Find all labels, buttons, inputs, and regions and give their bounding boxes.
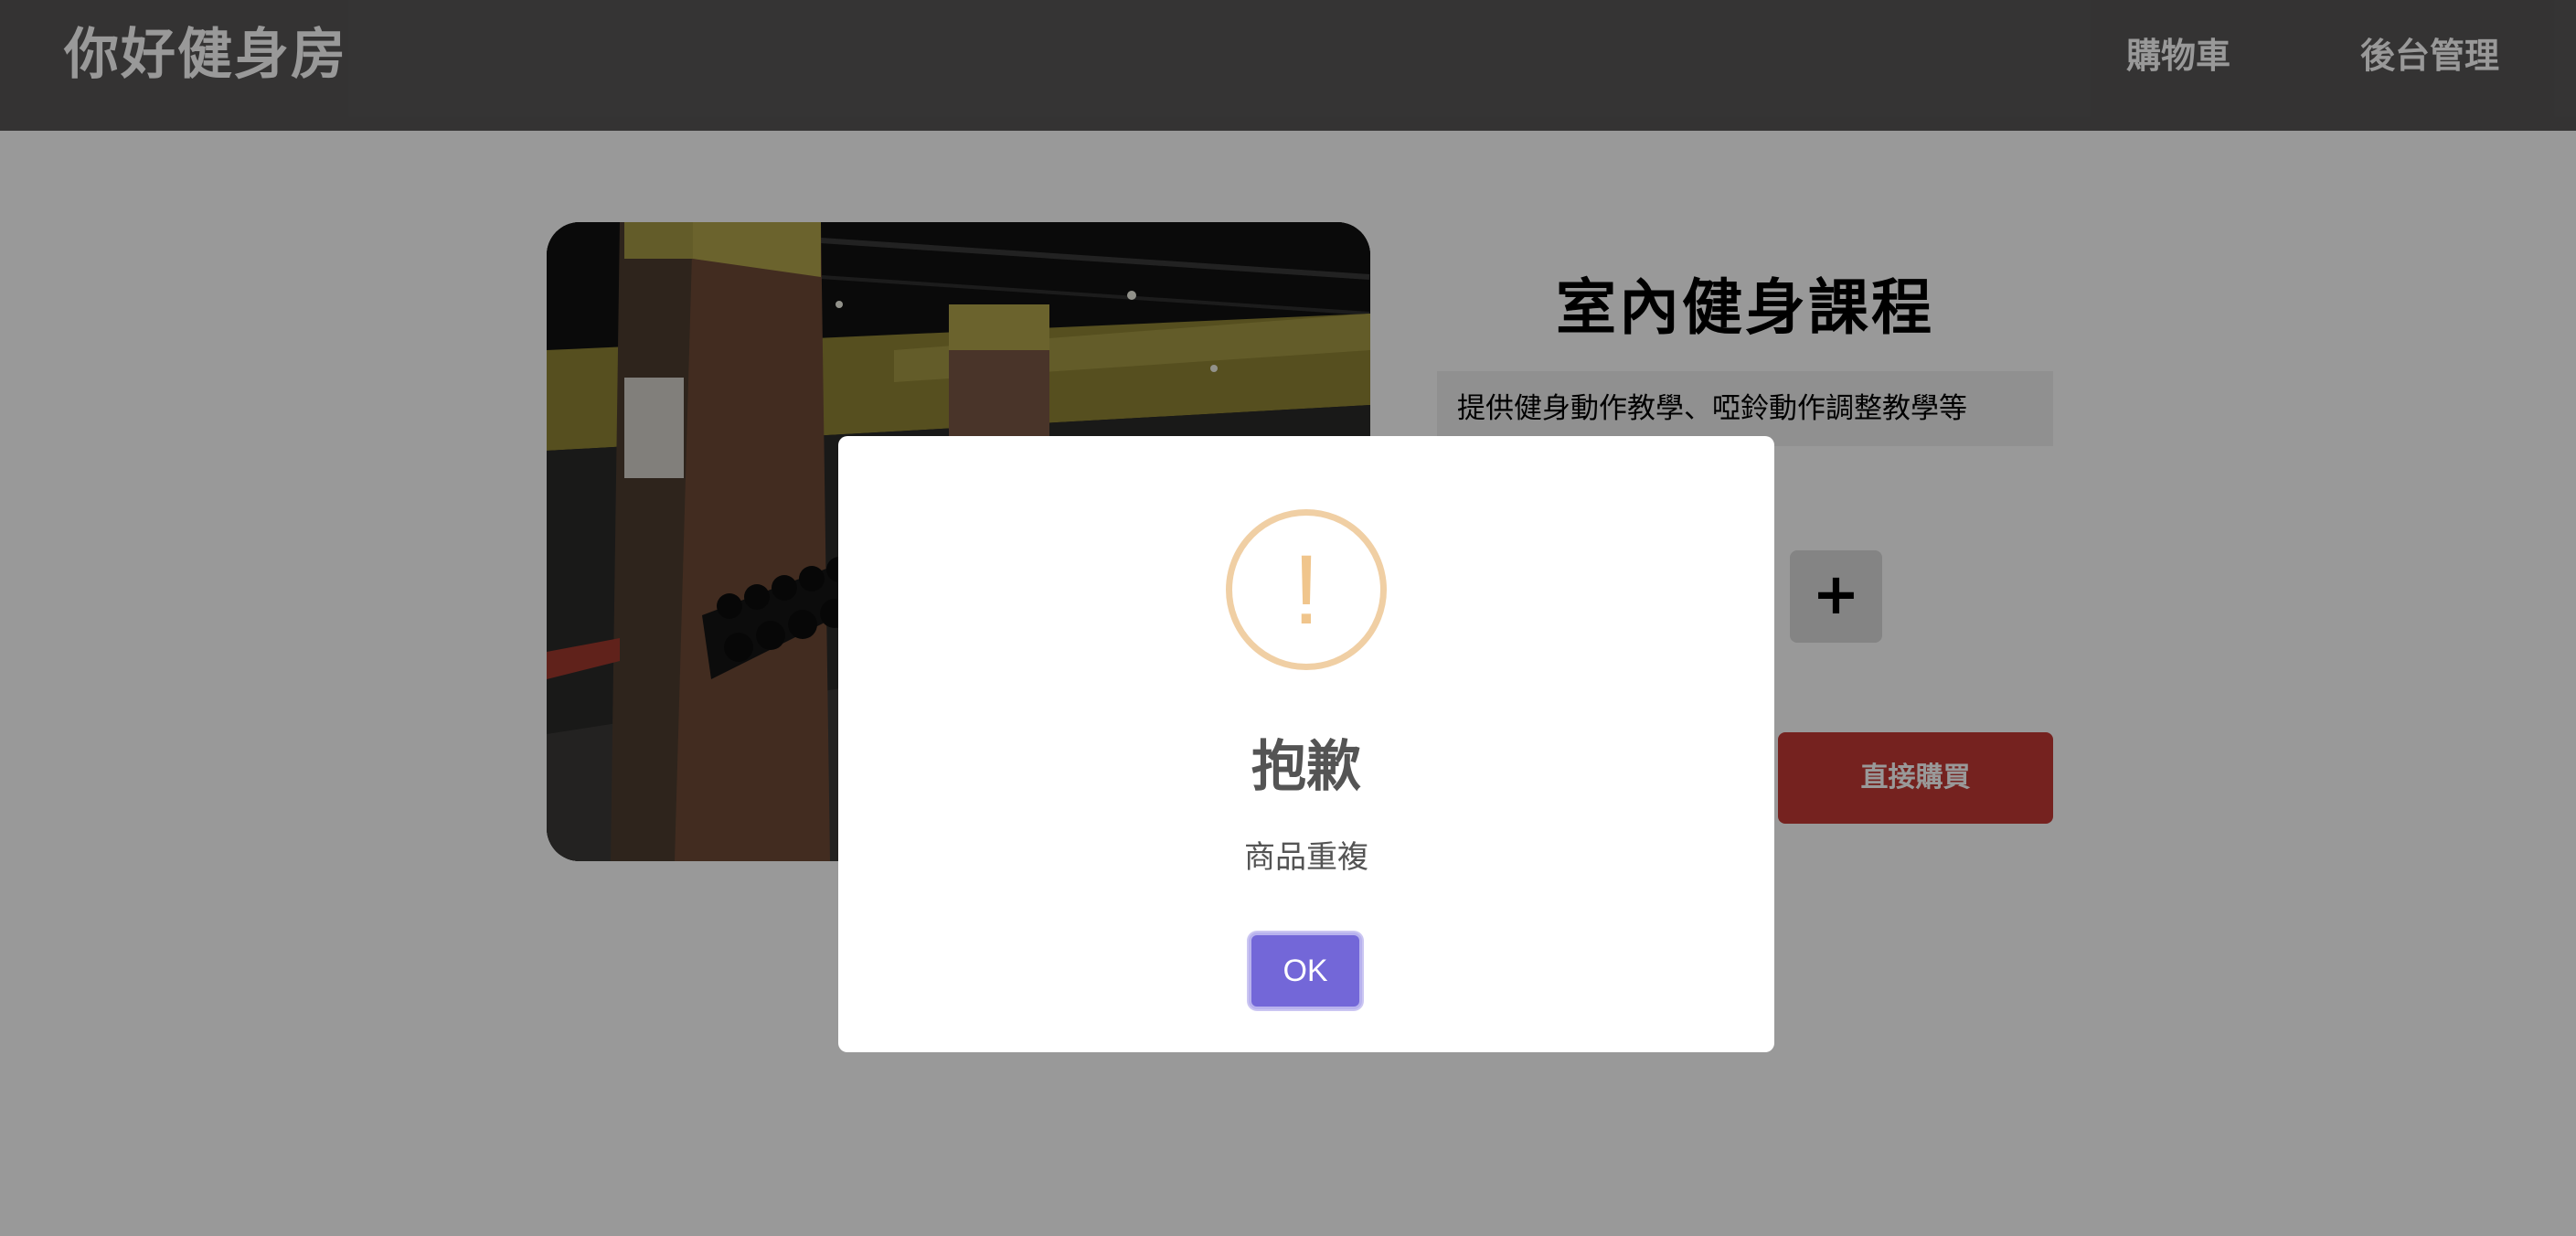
dialog-message: 商品重複 <box>1244 839 1368 876</box>
warning-glyph: ! <box>1292 534 1320 645</box>
dialog-title: 抱歉 <box>1251 735 1361 799</box>
ok-button[interactable]: OK <box>1249 932 1362 1009</box>
alert-dialog: ! 抱歉 商品重複 OK <box>838 436 1774 1052</box>
warning-icon: ! <box>1226 509 1387 670</box>
